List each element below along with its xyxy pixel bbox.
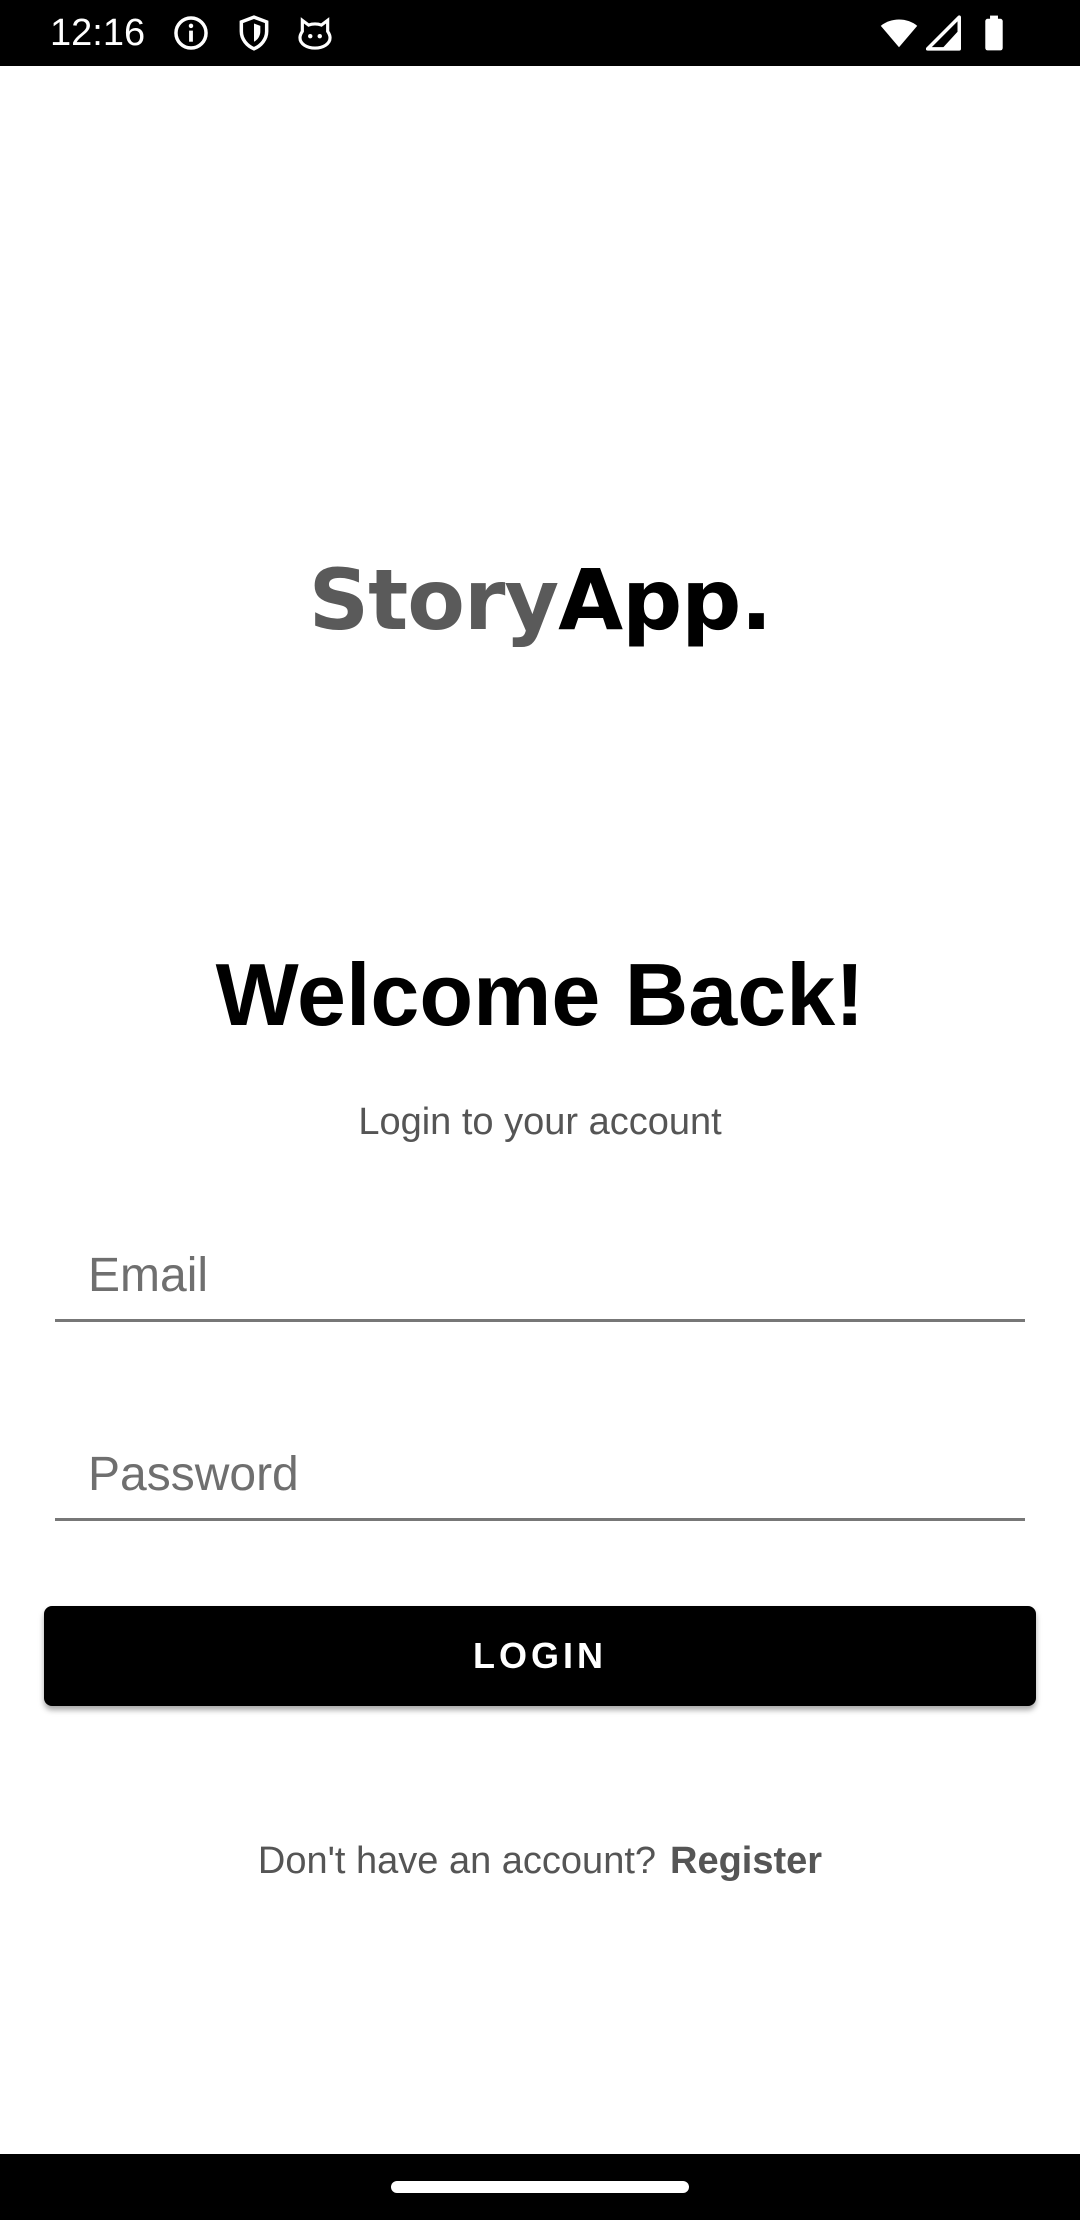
- login-button[interactable]: LOGIN: [44, 1606, 1036, 1706]
- status-bar: 12:16: [0, 0, 1080, 66]
- register-link[interactable]: Register: [670, 1840, 822, 1882]
- cellular-signal-icon: [926, 14, 964, 52]
- info-icon: [172, 14, 210, 52]
- page-title: Welcome Back!: [215, 945, 865, 1044]
- register-prompt: Don't have an account?: [257, 1840, 657, 1882]
- cat-icon: [296, 14, 334, 52]
- app-logo: StoryApp.: [0, 545, 1080, 655]
- email-field[interactable]: [55, 1232, 1025, 1322]
- home-indicator[interactable]: [391, 2181, 689, 2193]
- register-row: Don't have an account? Register: [0, 1836, 1080, 1886]
- login-screen: 12:16 StoryApp. Welcome Back! Login to y…: [0, 0, 1080, 2220]
- logo-text-story: Story: [308, 551, 560, 649]
- battery-icon: [975, 14, 1013, 52]
- shield-icon: [235, 14, 273, 52]
- logo-text-app: App.: [558, 551, 772, 649]
- password-field[interactable]: [55, 1431, 1025, 1521]
- page-subtitle: Login to your account: [358, 1101, 722, 1143]
- wifi-icon: [880, 14, 918, 52]
- status-time: 12:16: [50, 12, 146, 54]
